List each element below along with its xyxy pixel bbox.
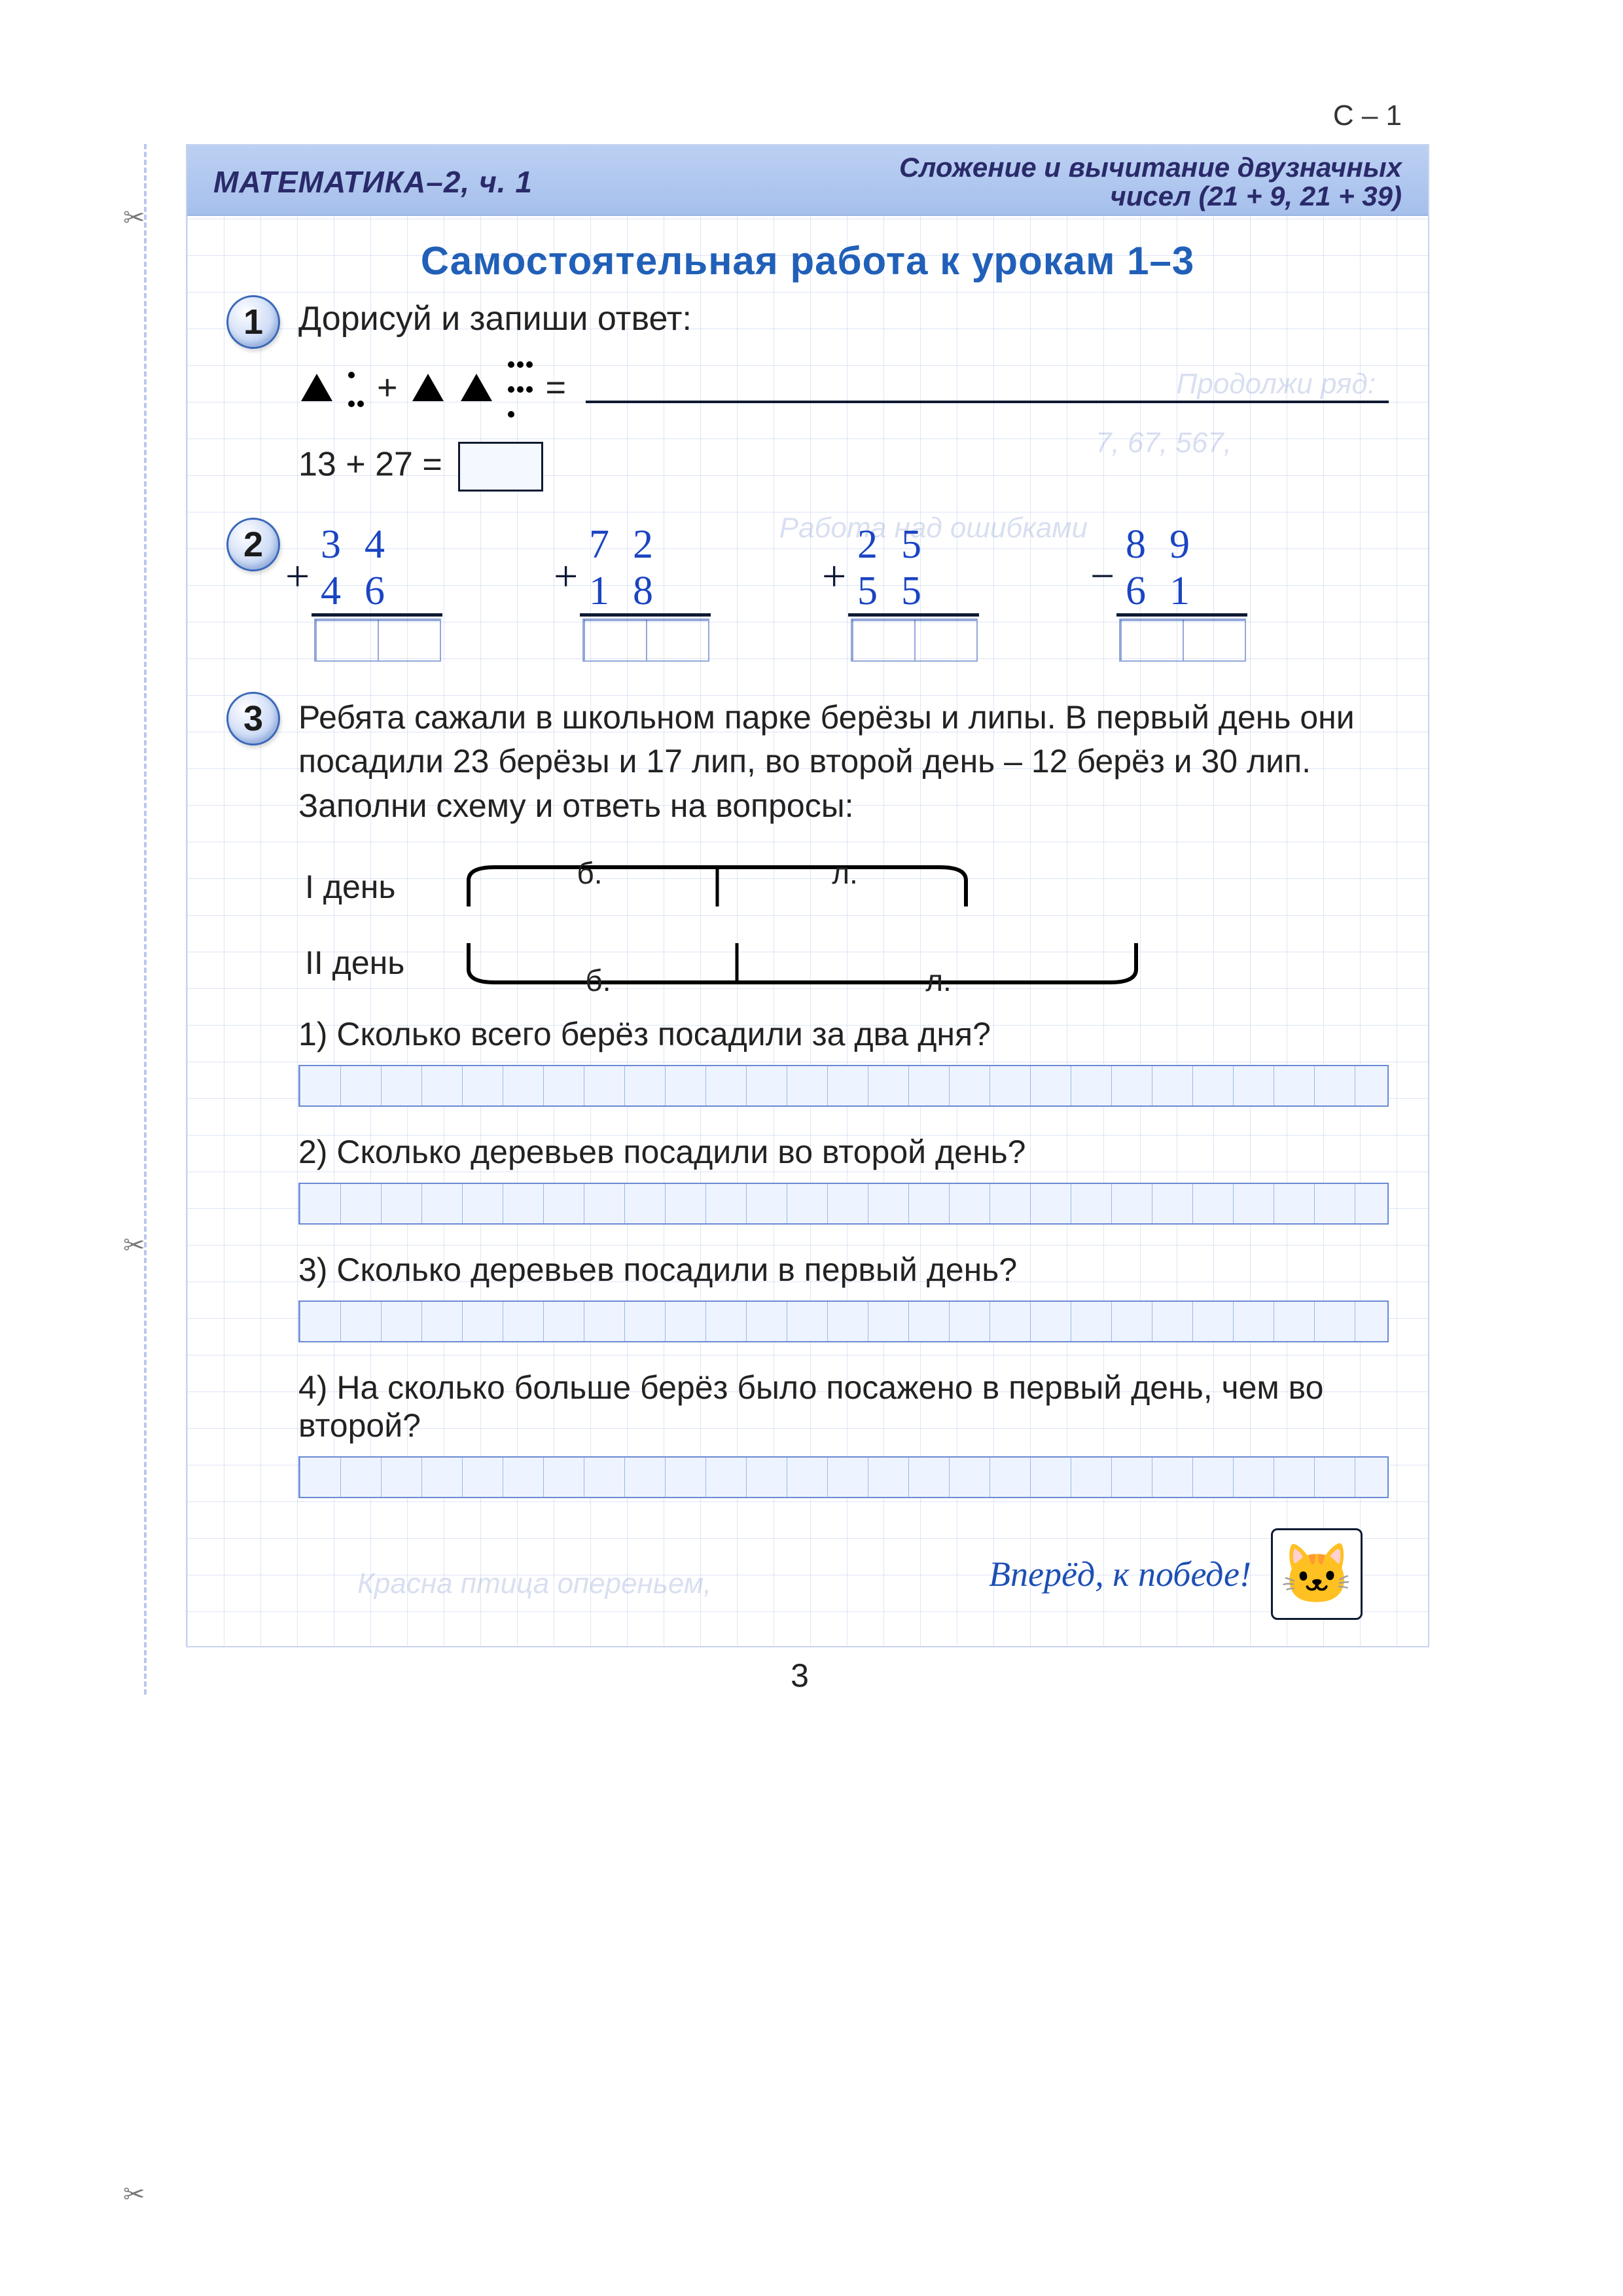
l-label: л.: [717, 855, 972, 891]
dots-7-icon: [507, 350, 534, 424]
column-problem-4[interactable]: − 89 61: [1090, 522, 1274, 666]
task1-prompt: Дорисуй и запиши ответ:: [298, 299, 1389, 338]
page-title: Самостоятельная работа к урокам 1–3: [187, 238, 1428, 283]
task-1: 1 Дорисуй и запиши ответ: + =: [226, 299, 1389, 491]
task-number-badge: 2: [226, 518, 280, 571]
question-1: 1) Сколько всего берёз посадили за два д…: [298, 1015, 1389, 1053]
page-number: 3: [147, 1657, 1453, 1695]
triangle-icon: [461, 374, 492, 401]
answer-strip[interactable]: [298, 1300, 1389, 1342]
book-title: МАТЕМАТИКА–2, ч. 1: [213, 164, 533, 200]
topic-line2: чисел (21 + 9, 21 + 39): [1110, 181, 1402, 211]
b-label: б.: [462, 963, 734, 998]
question-3: 3) Сколько деревьев посадили в первый де…: [298, 1251, 1389, 1289]
triangle-icon: [412, 374, 444, 401]
answer-strip[interactable]: [298, 1456, 1389, 1498]
bar-day2[interactable]: б. л.: [462, 937, 1143, 989]
task3-text: Ребята сажали в школьном парке берёзы и …: [298, 696, 1389, 829]
question-4: 4) На сколько больше берёз было посажено…: [298, 1369, 1389, 1444]
diagram-row-day2: II день б. л.: [305, 937, 1389, 989]
diagram-row-day1: I день б. л.: [305, 861, 1389, 913]
answer-cells[interactable]: [584, 620, 708, 660]
question-2: 2) Сколько деревьев посадили во второй д…: [298, 1133, 1389, 1171]
task-number-badge: 3: [226, 692, 280, 745]
header-bar: МАТЕМАТИКА–2, ч. 1 Сложение и вычитание …: [187, 145, 1428, 216]
cat-mascot-icon: 🐱: [1271, 1528, 1363, 1620]
motto: Вперёд, к победе!: [989, 1554, 1251, 1594]
variant-code: С – 1: [1333, 99, 1402, 132]
answer-cells[interactable]: [1120, 620, 1245, 660]
tearoff-margin: С – 1 МАТЕМАТИКА–2, ч. 1 Сложение и вычи…: [144, 144, 1453, 1695]
triangle-icon: [301, 374, 332, 401]
day1-label: I день: [305, 868, 436, 906]
content: Продолжи ряд: 7, 67, 567, Работа над оши…: [187, 299, 1428, 1620]
column-sums-row: + 34 46 + 72 18: [285, 522, 1389, 666]
worksheet-page: С – 1 МАТЕМАТИКА–2, ч. 1 Сложение и вычи…: [186, 144, 1429, 1647]
scissor-icon: ✂: [123, 2179, 145, 2210]
column-problem-2[interactable]: + 72 18: [554, 522, 737, 666]
footer: Вперёд, к победе! 🐱: [226, 1528, 1363, 1620]
task1-pictorial: + =: [298, 350, 1389, 424]
task-number-badge: 1: [226, 295, 280, 349]
topic-title: Сложение и вычитание двузначных чисел (2…: [899, 153, 1402, 211]
answer-line[interactable]: [586, 401, 1389, 403]
column-problem-1[interactable]: + 34 46: [285, 522, 469, 666]
answer-cells[interactable]: [315, 620, 440, 660]
bar-day1[interactable]: б. л.: [462, 861, 972, 913]
answer-box[interactable]: [458, 442, 543, 492]
answer-cells[interactable]: [852, 620, 976, 660]
column-problem-3[interactable]: + 25 55: [822, 522, 1005, 666]
scissor-icon: ✂: [123, 1230, 145, 1261]
day2-label: II день: [305, 944, 436, 982]
dots-3-icon: [347, 359, 365, 416]
bar-diagram: I день б. л. I: [298, 861, 1389, 989]
equals-sign: =: [546, 367, 567, 408]
plus-sign: +: [377, 367, 398, 408]
task-3: 3 Ребята сажали в школьном парке берёзы …: [226, 696, 1389, 1499]
l-label: л.: [734, 963, 1143, 998]
task1-equation: 13 + 27 =: [298, 442, 1389, 492]
task-2: 2 + 34 46 + 72 18: [226, 522, 1389, 666]
b-label: б.: [462, 855, 717, 891]
answer-strip[interactable]: [298, 1065, 1389, 1107]
scissor-icon: ✂: [123, 203, 145, 233]
answer-strip[interactable]: [298, 1183, 1389, 1225]
topic-line1: Сложение и вычитание двузначных: [899, 152, 1402, 183]
